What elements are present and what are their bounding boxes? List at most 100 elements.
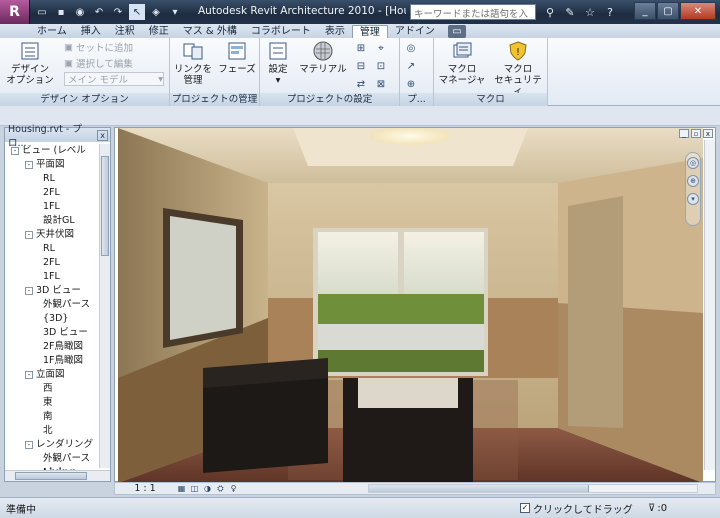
lightbulb-icon[interactable]: ♀ — [227, 484, 240, 494]
tree-item[interactable]: 1FL — [39, 270, 60, 283]
help-icon[interactable]: ? — [602, 4, 618, 20]
3d-view-icon[interactable]: ◈ — [148, 4, 164, 20]
tree-item[interactable]: 2FL — [39, 256, 60, 269]
close-button[interactable]: ✕ — [680, 2, 716, 20]
visual-style-icon[interactable]: ◫ — [188, 484, 201, 494]
snaps-icon[interactable]: ⌖ — [373, 41, 389, 55]
tree-item-label: {3D} — [43, 313, 69, 324]
scrollbar-thumb[interactable] — [101, 156, 109, 256]
qat-dropdown-icon[interactable]: ▾ — [167, 4, 183, 20]
tab-home[interactable]: ホーム — [30, 25, 74, 38]
modify-cursor-icon[interactable]: ↖ — [129, 4, 145, 20]
purge-icon[interactable]: ⊠ — [373, 77, 389, 91]
checkbox[interactable]: ✓ — [520, 503, 530, 513]
tab-collaborate[interactable]: コラボレート — [244, 25, 318, 38]
zoom-dropdown-icon[interactable]: ▾ — [687, 193, 699, 205]
application-menu-button[interactable]: R — [0, 0, 30, 24]
tree-item[interactable]: 1FL — [39, 200, 60, 213]
favorites-star-icon[interactable]: ☆ — [582, 4, 598, 20]
tab-insert[interactable]: 挿入 — [74, 25, 108, 38]
tab-manage[interactable]: 管理 — [351, 25, 388, 38]
status-bar: 準備中 ✓ クリックしてドラッグ ⊽ :0 — [0, 497, 720, 518]
rendering-dialog-icon[interactable]: ⛭ — [214, 484, 227, 494]
tab-annotate[interactable]: 注釈 — [108, 25, 142, 38]
subscription-icon[interactable]: ✎ — [562, 4, 578, 20]
tree-item-label: ビュー (レベル — [22, 145, 86, 156]
tree-item[interactable]: {3D} — [39, 312, 68, 325]
tab-massing-site[interactable]: マス & 外構 — [176, 25, 244, 38]
tab-modify[interactable]: 修正 — [142, 25, 176, 38]
tree-item[interactable]: 2FL — [39, 186, 60, 199]
location-icon[interactable]: ◎ — [403, 41, 419, 55]
open-icon[interactable]: ▭ — [34, 4, 50, 20]
shadows-icon[interactable]: ◑ — [201, 484, 214, 494]
position-icon[interactable]: ⊕ — [403, 77, 419, 91]
zoom-icon[interactable]: ⊕ — [687, 175, 699, 187]
tree-item[interactable]: - 天井伏図 — [25, 228, 74, 241]
pick-to-edit-button[interactable]: ▣ 選択して編集 — [64, 56, 164, 71]
maximize-button[interactable]: ▢ — [657, 2, 679, 20]
phases-icon — [228, 42, 246, 60]
settings-icon — [269, 42, 287, 60]
project-info-icon[interactable]: ⊟ — [353, 59, 369, 73]
view-horizontal-scrollbar[interactable] — [368, 484, 698, 493]
ribbon-minimize-icon[interactable]: ▭ — [447, 25, 466, 38]
tree-item-label: 3D ビュー — [43, 327, 88, 338]
tree-item[interactable]: RL — [39, 242, 55, 255]
tree-item[interactable]: 外観パース — [39, 298, 90, 311]
coordinates-icon[interactable]: ↗ — [403, 59, 419, 73]
tab-addins[interactable]: アドイン — [388, 25, 442, 38]
detail-level-icon[interactable]: ▦ — [175, 484, 188, 494]
steering-wheel-icon[interactable]: ◎ — [687, 157, 699, 169]
tree-item[interactable]: 設計GL — [39, 214, 75, 227]
scrollbar-thumb[interactable] — [15, 472, 87, 480]
redo-icon[interactable]: ↷ — [110, 4, 126, 20]
tree-item[interactable]: 北 — [39, 424, 53, 437]
tree-item[interactable]: 外観パース — [39, 452, 90, 465]
project-browser-close-button[interactable]: x — [97, 129, 108, 141]
tree-item[interactable]: - 平面図 — [25, 158, 65, 171]
tab-view[interactable]: 表示 — [318, 25, 352, 38]
tree-expand-toggle[interactable]: - — [25, 370, 33, 379]
tree-item[interactable]: 3D ビュー — [39, 326, 88, 339]
tree-item[interactable]: 東 — [39, 396, 53, 409]
object-styles-icon[interactable]: ⊞ — [353, 41, 369, 55]
project-location-panel-label: プ... — [400, 93, 433, 106]
view-minimize-button[interactable]: _ — [679, 129, 689, 138]
tree-expand-toggle[interactable]: - — [11, 146, 19, 155]
add-to-set-button[interactable]: ▣ セットに追加 — [64, 40, 164, 55]
tree-item[interactable]: RL — [39, 172, 55, 185]
search-input[interactable]: キーワードまたは語句を入力 — [410, 4, 536, 34]
binoculars-icon[interactable]: ⚲ — [542, 4, 558, 20]
view-scale[interactable]: 1 : 1 — [115, 483, 175, 494]
save-icon[interactable]: ▪ — [53, 4, 69, 20]
tree-item[interactable]: 西 — [39, 382, 53, 395]
tree-item-label: 立面図 — [36, 369, 65, 380]
undo-icon[interactable]: ↶ — [91, 4, 107, 20]
tree-item[interactable]: 1F鳥瞰図 — [39, 354, 83, 367]
tree-expand-toggle[interactable]: - — [25, 230, 33, 239]
transfer-standards-icon[interactable]: ⇄ — [353, 77, 369, 91]
tree-item[interactable]: 南 — [39, 410, 53, 423]
tree-item[interactable]: -3D ビュー — [25, 284, 81, 297]
filter-indicator[interactable]: ⊽ :0 — [648, 503, 667, 514]
tree-expand-toggle[interactable]: - — [25, 160, 33, 169]
press-drag-toggle[interactable]: ✓ クリックしてドラッグ — [520, 501, 640, 516]
project-parameters-icon[interactable]: ⊡ — [373, 59, 389, 73]
main-model-select[interactable]: メイン モデル ▾ — [64, 72, 164, 86]
tree-item[interactable]: 2F鳥瞰図 — [39, 340, 83, 353]
tree-item[interactable]: - ビュー (レベル — [11, 144, 86, 157]
sync-icon[interactable]: ◉ — [72, 4, 88, 20]
view-vertical-scrollbar[interactable] — [704, 140, 715, 470]
tree-expand-toggle[interactable]: - — [25, 440, 33, 449]
project-browser-vertical-scrollbar[interactable] — [99, 144, 110, 468]
view-close-button[interactable]: x — [703, 129, 713, 138]
tree-item[interactable]: - レンダリング — [25, 438, 93, 451]
minimize-button[interactable]: _ — [634, 2, 656, 20]
tree-item[interactable]: - 立面図 — [25, 368, 65, 381]
tree-item-label: 外観パース — [43, 299, 91, 310]
view-restore-button[interactable]: ▫ — [691, 129, 701, 138]
tree-expand-toggle[interactable]: - — [25, 286, 33, 295]
scrollbar-thumb[interactable] — [369, 485, 589, 492]
project-browser-horizontal-scrollbar[interactable] — [5, 470, 110, 481]
